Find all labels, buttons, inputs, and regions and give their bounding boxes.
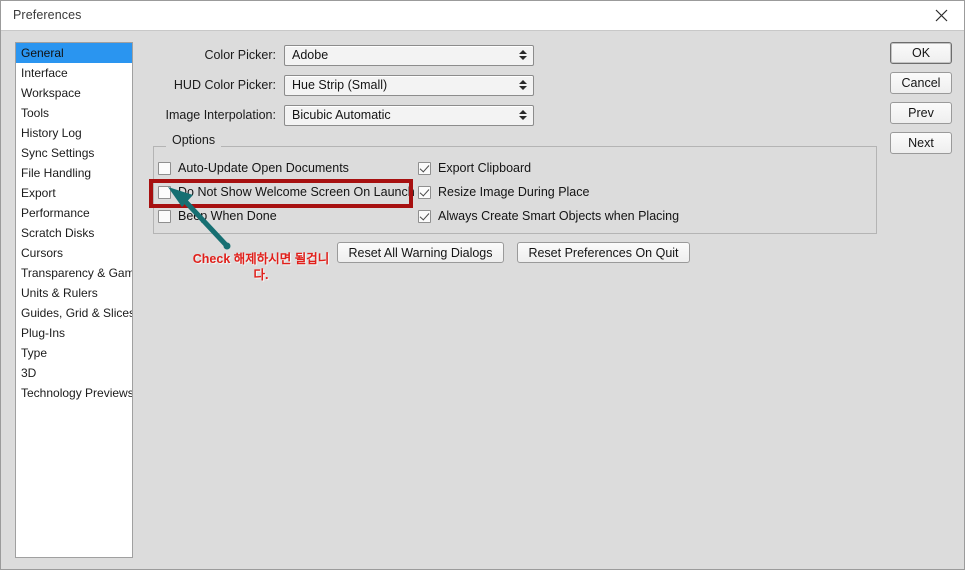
form-row-image-interpolation: Image Interpolation: Bicubic Automatic (151, 104, 534, 126)
preferences-dialog: Preferences General Interface Workspace Too… (0, 0, 965, 570)
next-button[interactable]: Next (890, 132, 952, 154)
close-icon[interactable] (919, 1, 964, 30)
sidebar-item-file-handling[interactable]: File Handling (16, 163, 132, 183)
options-group-title: Options (166, 133, 222, 147)
sidebar-item-3d[interactable]: 3D (16, 363, 132, 383)
sidebar-item-export[interactable]: Export (16, 183, 132, 203)
checkbox-do-not-show-welcome-screen[interactable] (158, 185, 171, 199)
sidebar-item-plug-ins[interactable]: Plug-Ins (16, 323, 132, 343)
checkbox-label-beep-when-done: Beep When Done (178, 209, 277, 223)
prev-button[interactable]: Prev (890, 102, 952, 124)
form-row-color-picker: Color Picker: Adobe (151, 44, 534, 66)
cancel-button[interactable]: Cancel (890, 72, 952, 94)
sidebar-item-tools[interactable]: Tools (16, 103, 132, 123)
category-sidebar[interactable]: General Interface Workspace Tools History Lo… (15, 42, 133, 558)
checkbox-always-create-smart-objects[interactable] (418, 209, 431, 223)
select-color-picker[interactable]: Adobe (284, 44, 534, 66)
checkbox-row-beep-when-done[interactable]: Beep When Done (158, 207, 277, 225)
checkbox-label-auto-update-open-documents: Auto-Update Open Documents (178, 161, 349, 175)
sidebar-item-scratch-disks[interactable]: Scratch Disks (16, 223, 132, 243)
chevron-updown-icon (519, 50, 527, 60)
annotation-text: Check 해제하시면 될겁니다. (192, 252, 330, 282)
checkbox-auto-update-open-documents[interactable] (158, 161, 171, 175)
title-bar: Preferences (1, 1, 964, 31)
checkbox-label-export-clipboard: Export Clipboard (438, 161, 532, 175)
sidebar-item-transparency-gamut[interactable]: Transparency & Gamut (16, 263, 132, 283)
reset-preferences-on-quit-button[interactable]: Reset Preferences On Quit (517, 242, 690, 263)
chevron-updown-icon (519, 80, 527, 90)
checkbox-row-do-not-show-welcome-screen[interactable]: Do Not Show Welcome Screen On Launch (158, 183, 415, 201)
checkbox-row-export-clipboard[interactable]: Export Clipboard (418, 159, 531, 177)
sidebar-item-cursors[interactable]: Cursors (16, 243, 132, 263)
select-image-interpolation-value: Bicubic Automatic (292, 108, 391, 122)
sidebar-item-sync-settings[interactable]: Sync Settings (16, 143, 132, 163)
sidebar-item-interface[interactable]: Interface (16, 63, 132, 83)
label-image-interpolation: Image Interpolation: (165, 108, 277, 122)
sidebar-item-type[interactable]: Type (16, 343, 132, 363)
select-image-interpolation[interactable]: Bicubic Automatic (284, 104, 534, 126)
checkbox-row-resize-image-during-place[interactable]: Resize Image During Place (418, 183, 589, 201)
sidebar-item-performance[interactable]: Performance (16, 203, 132, 223)
reset-all-warning-dialogs-button[interactable]: Reset All Warning Dialogs (337, 242, 504, 263)
select-hud-color-picker[interactable]: Hue Strip (Small) (284, 74, 534, 96)
form-row-hud-color-picker: HUD Color Picker: Hue Strip (Small) (151, 74, 534, 96)
checkbox-resize-image-during-place[interactable] (418, 185, 431, 199)
ok-button[interactable]: OK (890, 42, 952, 64)
window-title: Preferences (13, 8, 82, 22)
checkbox-label-resize-image-during-place: Resize Image During Place (438, 185, 590, 199)
checkbox-beep-when-done[interactable] (158, 209, 171, 223)
sidebar-item-history-log[interactable]: History Log (16, 123, 132, 143)
checkbox-export-clipboard[interactable] (418, 161, 431, 175)
sidebar-item-units-rulers[interactable]: Units & Rulers (16, 283, 132, 303)
checkbox-row-auto-update-open-documents[interactable]: Auto-Update Open Documents (158, 159, 349, 177)
select-hud-color-picker-value: Hue Strip (Small) (292, 78, 388, 92)
select-color-picker-value: Adobe (292, 48, 329, 62)
checkbox-label-do-not-show-welcome-screen: Do Not Show Welcome Screen On Launch (178, 185, 415, 199)
chevron-updown-icon (519, 110, 527, 120)
checkbox-label-always-create-smart-objects: Always Create Smart Objects when Placing (438, 209, 680, 223)
label-color-picker: Color Picker: (204, 48, 276, 62)
sidebar-item-technology-previews[interactable]: Technology Previews (16, 383, 132, 403)
checkbox-row-always-create-smart-objects[interactable]: Always Create Smart Objects when Placing (418, 207, 679, 225)
sidebar-item-guides-grid-slices[interactable]: Guides, Grid & Slices (16, 303, 132, 323)
label-hud-color-picker: HUD Color Picker: (173, 78, 276, 92)
sidebar-item-workspace[interactable]: Workspace (16, 83, 132, 103)
sidebar-item-general[interactable]: General (16, 43, 132, 63)
